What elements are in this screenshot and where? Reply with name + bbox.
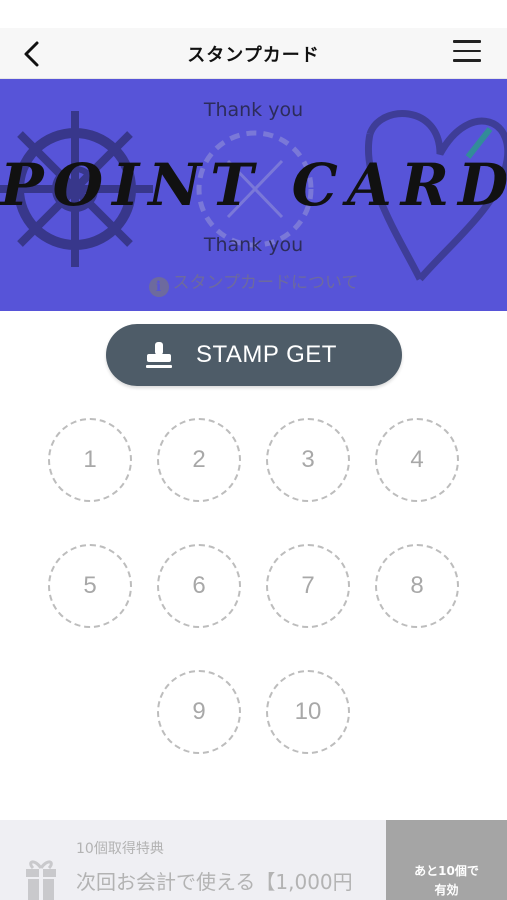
nav-bar: スタンプカード (0, 28, 507, 79)
reward-label: 10個取得特典 (76, 841, 164, 857)
hamburger-icon (453, 40, 483, 62)
stamp-slot: 7 (266, 544, 350, 628)
reward-description: 次回お会計で使える【1,000円 (76, 870, 353, 894)
point-card-banner: Thank you POINT CARD Thank you i スタンプカードに… (0, 79, 507, 311)
menu-button[interactable] (453, 40, 483, 66)
stamp-get-button[interactable]: STAMP GET (106, 324, 402, 386)
about-stamp-card-link[interactable]: i スタンプカードについて (0, 268, 507, 297)
stamp-slot: 5 (48, 544, 132, 628)
stamp-get-label: STAMP GET (196, 341, 337, 368)
about-stamp-card-label: スタンプカードについて (172, 273, 359, 293)
stamp-icon (146, 342, 172, 368)
stamp-slot: 3 (266, 418, 350, 502)
reward-bar[interactable]: 10個取得特典 次回お会計で使える【1,000円 あと10個で 有効 (0, 820, 507, 900)
status-bar (0, 0, 507, 28)
stamp-slot: 2 (157, 418, 241, 502)
stamp-slot: 6 (157, 544, 241, 628)
remaining-valid-text: 有効 (434, 883, 459, 897)
stamp-slot: 9 (157, 670, 241, 754)
stamp-slot: 1 (48, 418, 132, 502)
thank-you-text-bottom: Thank you (203, 234, 304, 256)
remaining-count-text: あと10個で (414, 864, 479, 878)
page-title: スタンプカード (187, 45, 320, 66)
remaining-count-badge: あと10個で 有効 (386, 820, 507, 900)
thank-you-text-top: Thank you (203, 99, 304, 121)
stamp-slot: 10 (266, 670, 350, 754)
info-icon: i (148, 277, 169, 297)
point-card-title: POINT CARD (0, 151, 507, 219)
stamp-slot: 4 (375, 418, 459, 502)
gift-icon (26, 860, 56, 900)
stamp-slot: 8 (375, 544, 459, 628)
